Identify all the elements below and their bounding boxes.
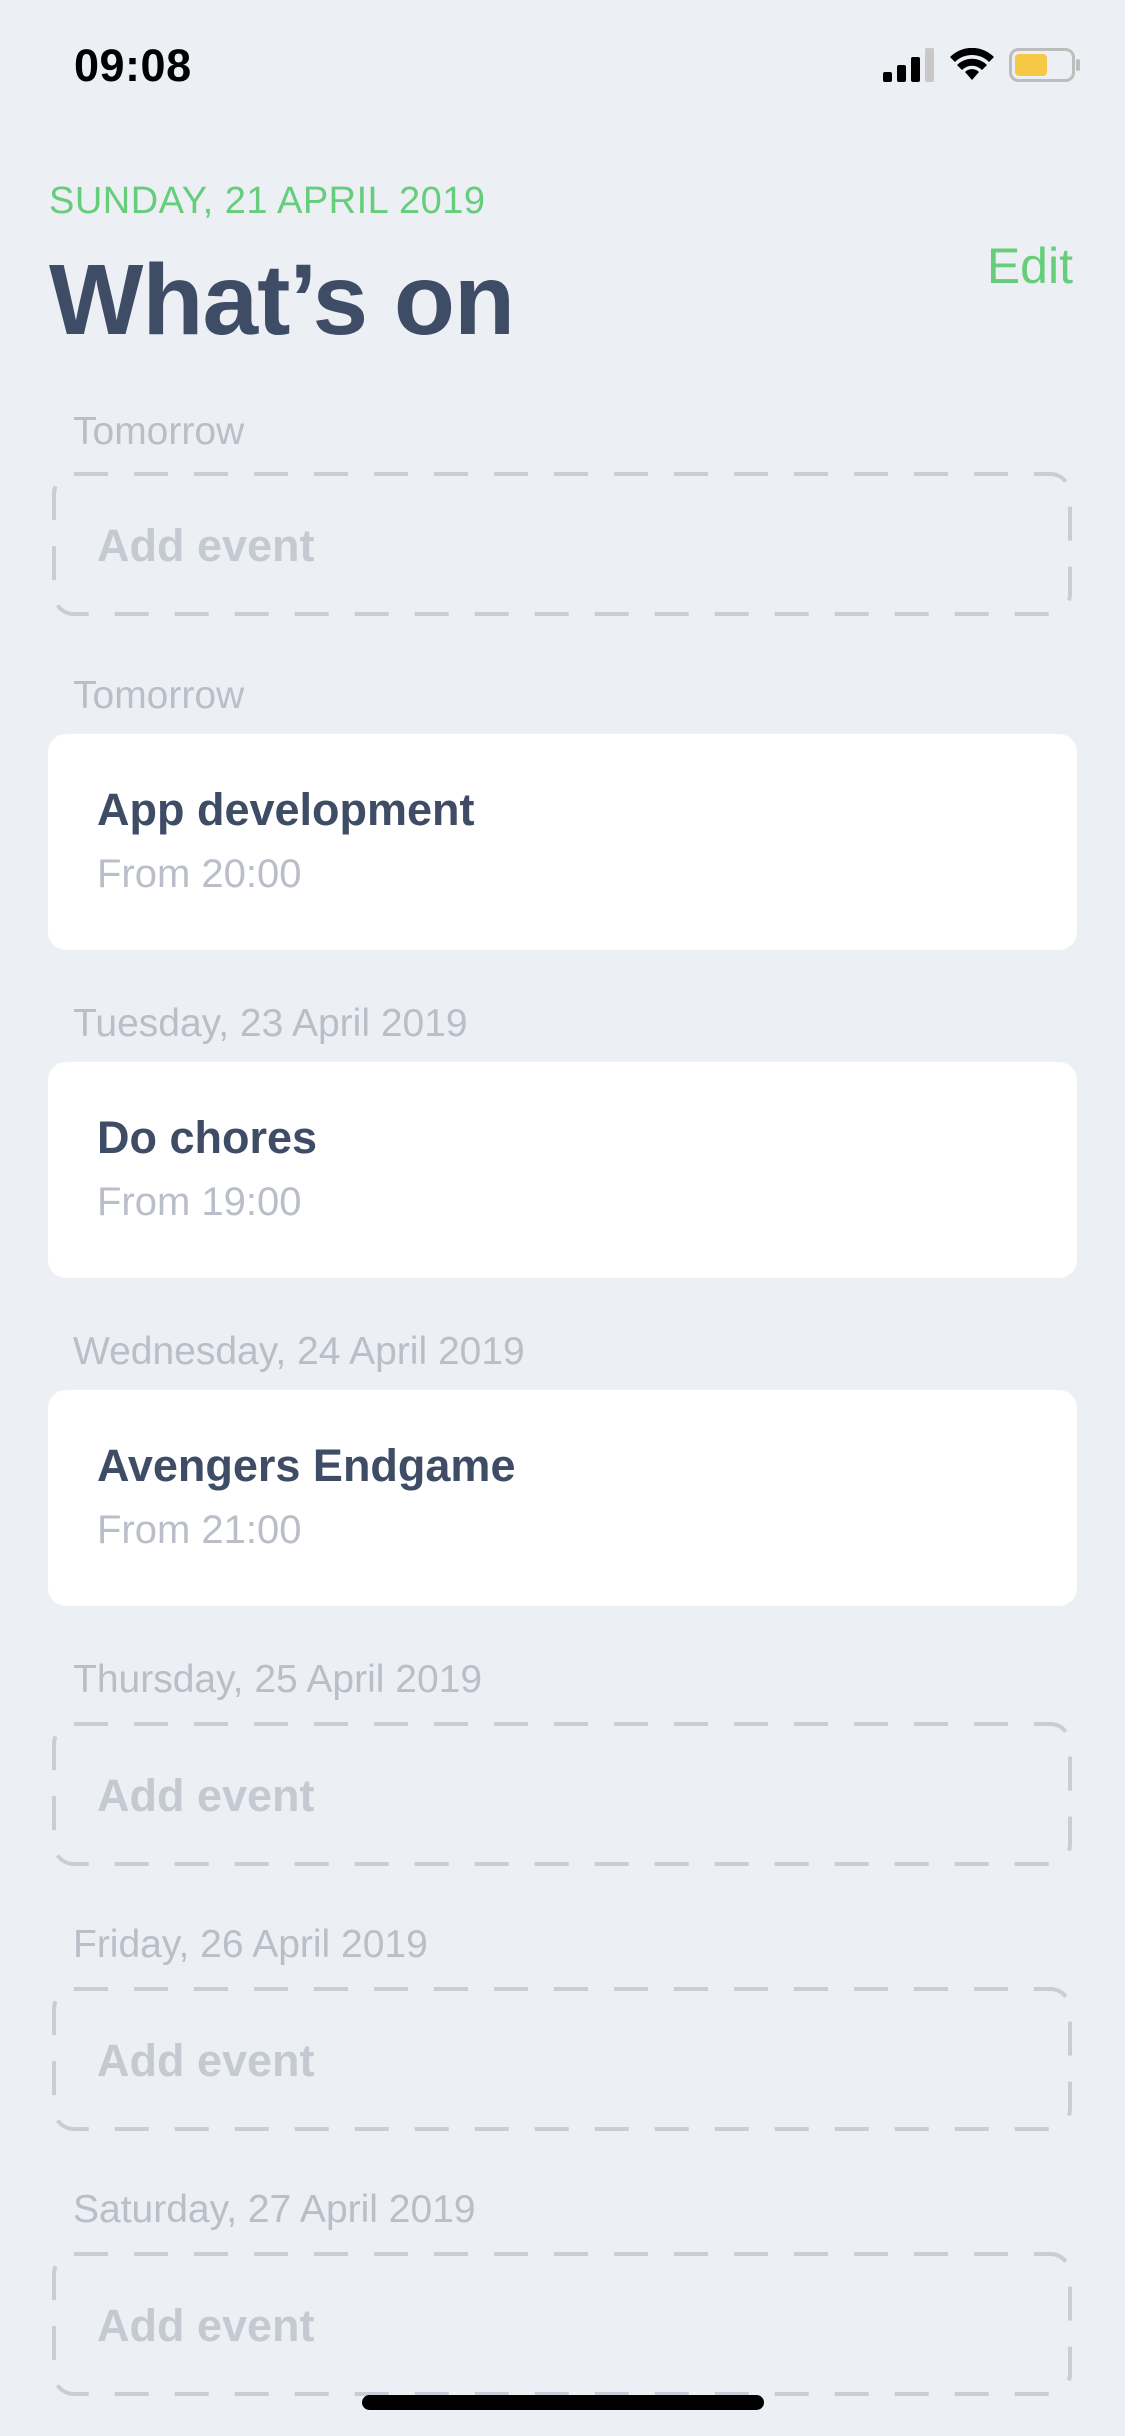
section-label: Friday, 26 April 2019	[73, 1923, 428, 1966]
add-event-button[interactable]: Add event	[52, 472, 1072, 616]
event-time: From 21:00	[97, 1508, 302, 1552]
status-icons	[883, 48, 1081, 82]
wifi-icon	[950, 48, 994, 80]
add-event-label: Add event	[97, 1770, 315, 1821]
edit-button[interactable]: Edit	[987, 237, 1073, 295]
event-title: App development	[97, 784, 475, 835]
status-time: 09:08	[74, 40, 192, 91]
current-date: SUNDAY, 21 APRIL 2019	[49, 180, 486, 222]
section-label: Thursday, 25 April 2019	[73, 1658, 483, 1701]
event-title: Avengers Endgame	[97, 1440, 516, 1491]
event-time: From 19:00	[97, 1180, 302, 1224]
event-card[interactable]: App development From 20:00	[48, 734, 1077, 950]
section-label: Tomorrow	[73, 410, 245, 453]
event-title: Do chores	[97, 1112, 318, 1163]
section-label: Tuesday, 23 April 2019	[73, 1002, 468, 1045]
add-event-button[interactable]: Add event	[52, 1987, 1072, 2131]
event-time: From 20:00	[97, 852, 302, 896]
add-event-label: Add event	[97, 520, 315, 571]
section-label: Wednesday, 24 April 2019	[73, 1330, 525, 1373]
section-label: Saturday, 27 April 2019	[73, 2188, 476, 2231]
event-card[interactable]: Do chores From 19:00	[48, 1062, 1077, 1278]
event-card[interactable]: Avengers Endgame From 21:00	[48, 1390, 1077, 1606]
add-event-label: Add event	[97, 2035, 315, 2086]
add-event-label: Add event	[97, 2300, 315, 2351]
section-label: Tomorrow	[73, 674, 245, 717]
status-bar: 09:08	[0, 0, 1125, 130]
home-indicator[interactable]	[362, 2395, 764, 2410]
add-event-button[interactable]: Add event	[52, 1722, 1072, 1866]
add-event-button[interactable]: Add event	[52, 2252, 1072, 2396]
cellular-signal-icon	[883, 48, 934, 82]
page-title: What’s on	[49, 244, 515, 356]
battery-icon	[1009, 48, 1080, 82]
